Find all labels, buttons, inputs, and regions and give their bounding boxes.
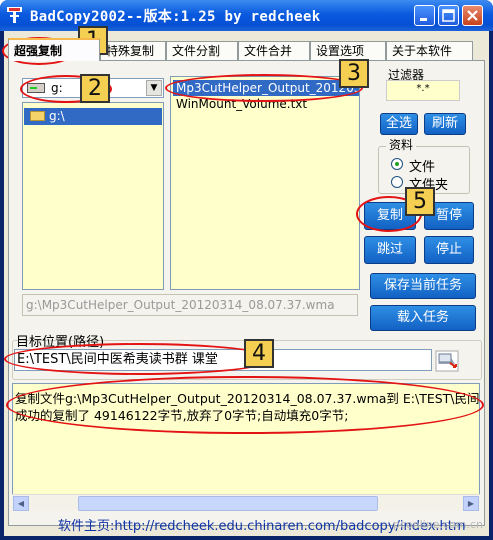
save-task-button[interactable]: 保存当前任务 (370, 273, 476, 299)
tab-file-merge[interactable]: 文件合并 (238, 41, 310, 60)
folder-tree-item-label: g:\ (49, 109, 65, 123)
callout-badge: 5 (405, 187, 435, 216)
minimize-icon (420, 18, 427, 21)
radio-folder[interactable] (391, 176, 403, 188)
window-title: BadCopy2002--版本:1.25 by redcheek (30, 9, 321, 25)
refresh-button[interactable]: 刷新 (424, 113, 466, 135)
tab-file-split[interactable]: 文件分割 (166, 41, 238, 60)
file-list-item[interactable]: Mp3CutHelper_Output_20120314 (173, 80, 359, 96)
file-list-item[interactable]: WinMount_Volume.txt (173, 96, 310, 112)
log-panel: 复制文件g:\Mp3CutHelper_Output_20120314_08.0… (12, 383, 480, 511)
callout-badge: 4 (244, 339, 274, 368)
scroll-right-icon[interactable]: ▶ (463, 496, 479, 511)
folder-icon (30, 111, 45, 121)
close-icon (467, 10, 478, 21)
chevron-down-icon[interactable]: ▼ (146, 80, 162, 96)
drive-select-value: g: (51, 81, 63, 95)
tab-about[interactable]: 关于本软件 (386, 41, 473, 60)
radio-file-label: 文件 (409, 160, 436, 175)
destination-label: 目标位置(路径) (16, 335, 105, 350)
radio-file[interactable] (391, 158, 403, 170)
drive-icon (27, 83, 45, 93)
folder-tree-item[interactable]: g:\ (24, 108, 162, 125)
browse-folder-icon[interactable] (435, 350, 459, 372)
tab-super-copy[interactable]: 超强复制 (8, 38, 100, 61)
close-button[interactable] (462, 5, 483, 26)
folder-tree[interactable]: g:\ (22, 102, 164, 290)
title-bar[interactable]: BadCopy2002--版本:1.25 by redcheek (0, 0, 493, 31)
minimize-button[interactable] (414, 5, 435, 26)
horizontal-scrollbar[interactable]: ◀ ▶ (12, 494, 480, 511)
load-task-button[interactable]: 载入任务 (370, 305, 476, 331)
destination-input[interactable]: E:\TEST\民间中医希夷读书群 课堂 (14, 349, 432, 371)
filter-input[interactable]: *.* (386, 80, 460, 101)
select-all-button[interactable]: 全选 (380, 113, 418, 135)
log-line: 成功的复制了 49146122字节,放弃了0字节;自动填充0字节; (15, 408, 349, 423)
stop-button[interactable]: 停止 (424, 236, 474, 264)
watermark: pconline.com.cn (392, 518, 483, 531)
skip-button[interactable]: 跳过 (364, 236, 416, 264)
resource-group-label: 资料 (386, 136, 417, 153)
app-window: BadCopy2002--版本:1.25 by redcheek 超强复制 特殊… (0, 0, 493, 540)
file-list[interactable]: Mp3CutHelper_Output_20120314 WinMount_Vo… (170, 76, 360, 290)
maximize-icon (442, 9, 455, 22)
tab-settings[interactable]: 设置选项 (310, 41, 386, 60)
maximize-button[interactable] (438, 5, 459, 26)
scrollbar-thumb[interactable] (78, 496, 378, 511)
callout-badge: 3 (339, 59, 369, 88)
tab-special-copy[interactable]: 特殊复制 (100, 41, 166, 60)
source-path-field: g:\Mp3CutHelper_Output_20120314_08.07.37… (22, 294, 358, 316)
callout-badge: 2 (80, 74, 110, 103)
app-icon (7, 7, 22, 23)
scroll-left-icon[interactable]: ◀ (13, 496, 29, 511)
